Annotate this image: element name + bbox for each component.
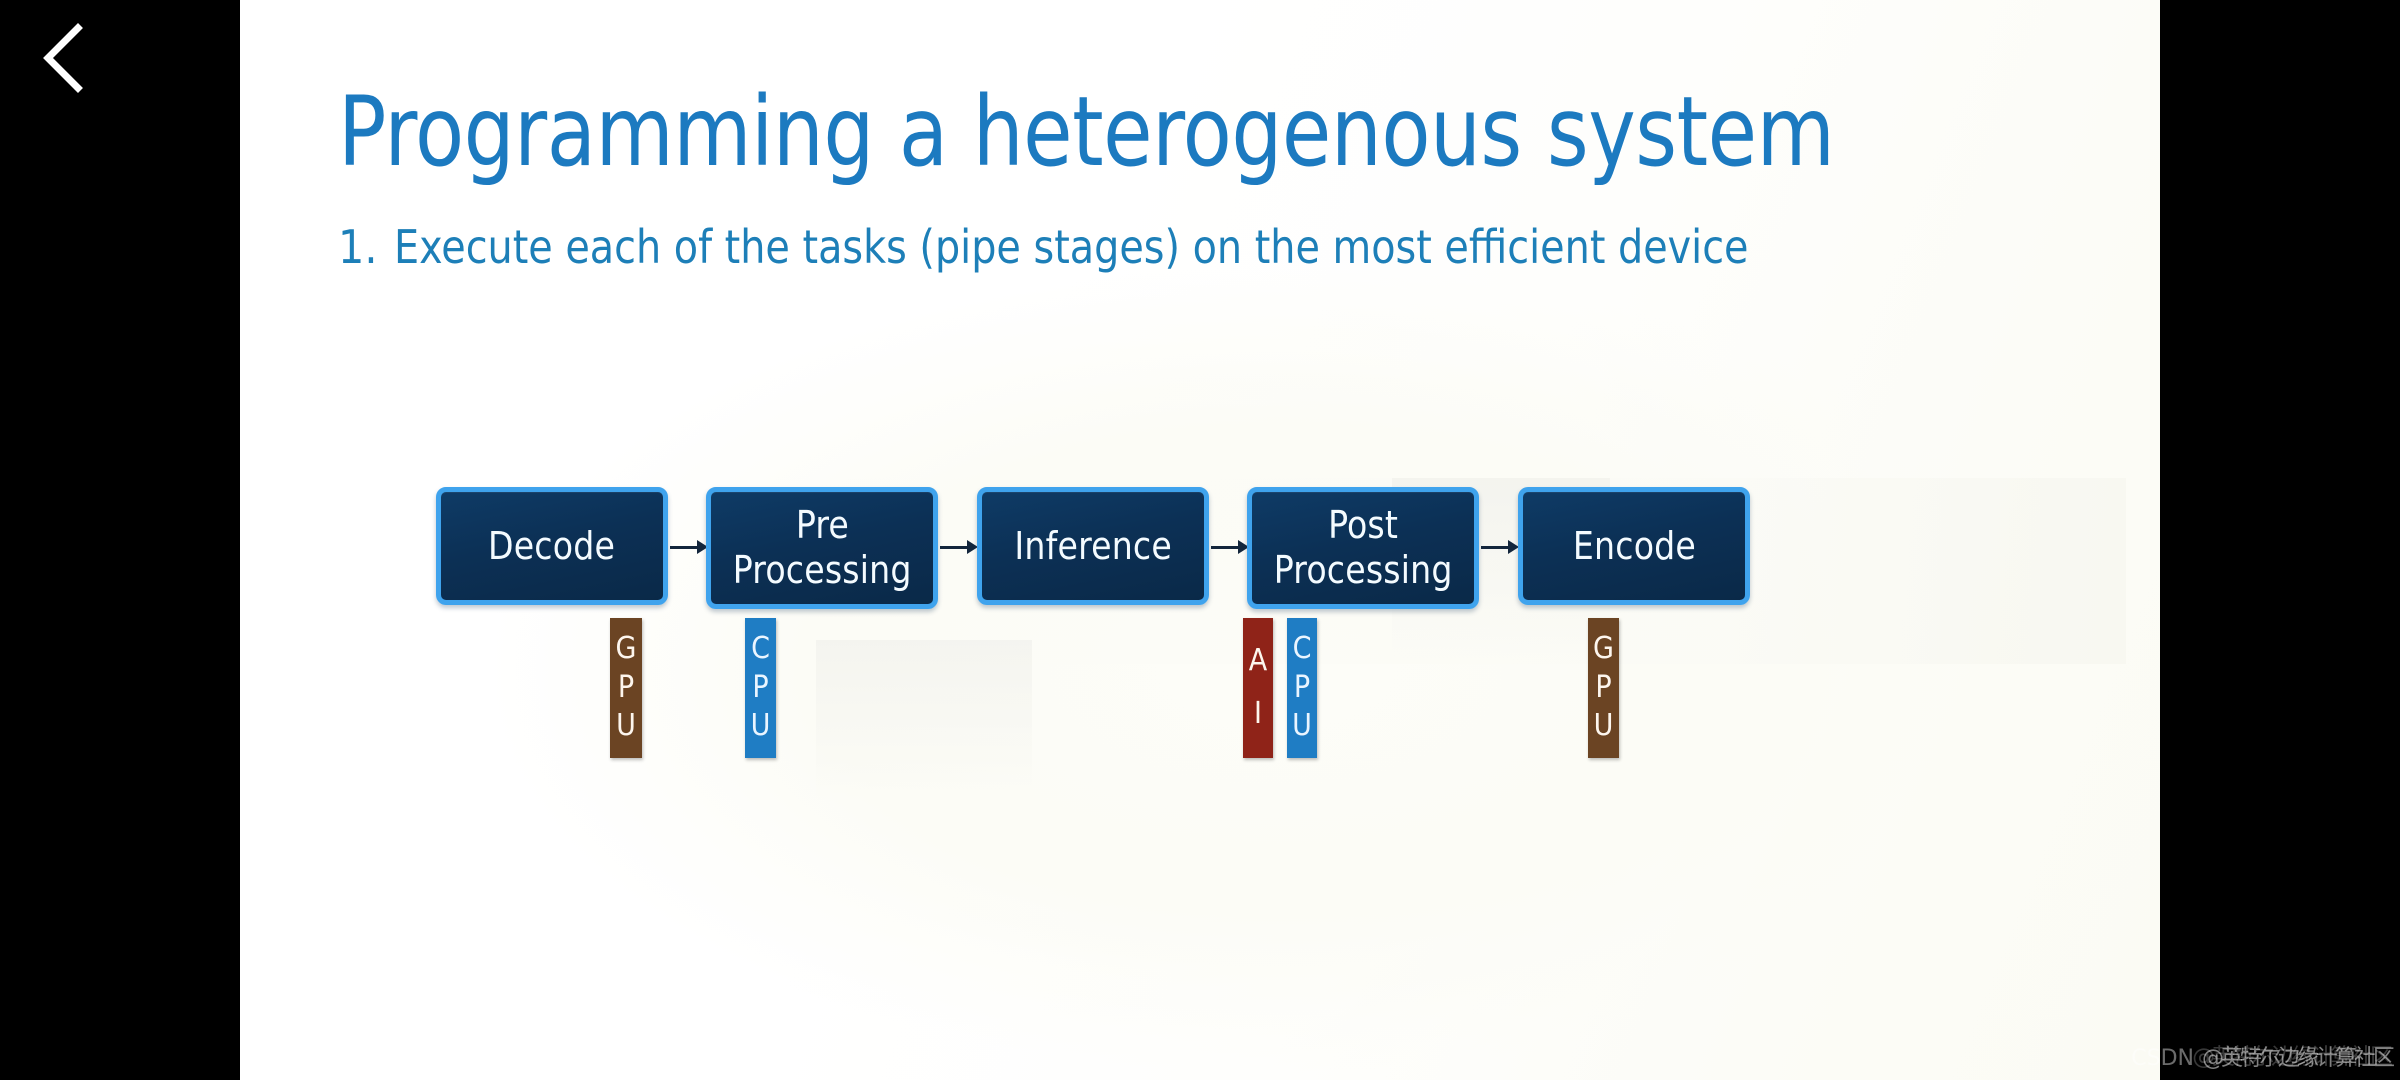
device-char: C	[1292, 631, 1312, 667]
presentation-slide: Programming a heterogenous system 1. Exe…	[240, 0, 2160, 1080]
device-char: P	[1595, 669, 1612, 705]
pipeline-stage-label: Decode	[488, 523, 616, 568]
pipeline-arrow-1	[670, 537, 708, 557]
pipeline-stage-decode[interactable]: Decode	[436, 487, 668, 605]
back-button[interactable]	[18, 10, 114, 106]
numbered-list: 1. Execute each of the tasks (pipe stage…	[338, 220, 2058, 274]
arrow-shaft	[1481, 545, 1508, 549]
pipeline-stage-inference[interactable]: Inference	[977, 487, 1209, 605]
pipeline-arrow-2	[940, 537, 978, 557]
device-bar-inference: A I	[1243, 618, 1273, 758]
watermark-site: CSDN	[2131, 1046, 2194, 1071]
device-char: U	[1292, 708, 1312, 744]
list-item-text: Execute each of the tasks (pipe stages) …	[394, 220, 1749, 274]
slide-background-panel-left	[816, 640, 1032, 800]
pipeline-stage-label-line1: Post	[1327, 503, 1399, 548]
pipeline-stage-label-line2: Processing	[1273, 548, 1453, 592]
device-bar-encode: G P U	[1588, 618, 1619, 758]
chevron-left-icon	[38, 22, 94, 94]
pipeline-stage-label: Inference	[1014, 523, 1172, 568]
device-bar-post-processing: C P U	[1287, 618, 1317, 758]
device-char: U	[1593, 708, 1614, 744]
list-item: 1. Execute each of the tasks (pipe stage…	[338, 220, 2058, 274]
pipeline-arrow-4	[1481, 537, 1519, 557]
pipeline-stage-label-line1: Pre	[795, 503, 849, 548]
device-char: P	[1293, 669, 1311, 705]
arrow-shaft	[1211, 545, 1238, 549]
slide-title: Programming a heterogenous system	[338, 76, 1835, 188]
watermark-author-ghost: @英特尔边缘计算社区	[2192, 1045, 2393, 1070]
device-char: I	[1254, 696, 1262, 731]
device-char: U	[750, 708, 771, 744]
device-char: C	[751, 631, 770, 667]
arrow-shaft	[940, 545, 967, 549]
arrow-shaft	[670, 545, 697, 549]
pipeline-stage-label: Encode	[1572, 523, 1696, 568]
device-bar-decode: G P U	[610, 618, 642, 758]
pipeline-arrow-3	[1211, 537, 1249, 557]
device-bar-pre-processing: C P U	[745, 618, 776, 758]
device-char: P	[617, 669, 635, 705]
pipeline-stage-encode[interactable]: Encode	[1518, 487, 1750, 605]
device-char: U	[616, 708, 636, 744]
pipeline-stage-post-processing[interactable]: Post Processing	[1247, 487, 1479, 609]
video-player: Programming a heterogenous system 1. Exe…	[0, 0, 2400, 1080]
csdn-watermark: CSDN @英特尔边缘计算社区 @英特尔边缘计算社区	[2131, 1040, 2395, 1072]
list-item-number: 1.	[338, 220, 378, 274]
pipeline-stage-pre-processing[interactable]: Pre Processing	[706, 487, 938, 609]
device-char: G	[615, 631, 637, 667]
device-char: P	[752, 669, 769, 705]
device-char: A	[1248, 643, 1268, 679]
pipeline-stage-label-line2: Processing	[732, 548, 912, 592]
device-char: G	[1593, 631, 1614, 667]
